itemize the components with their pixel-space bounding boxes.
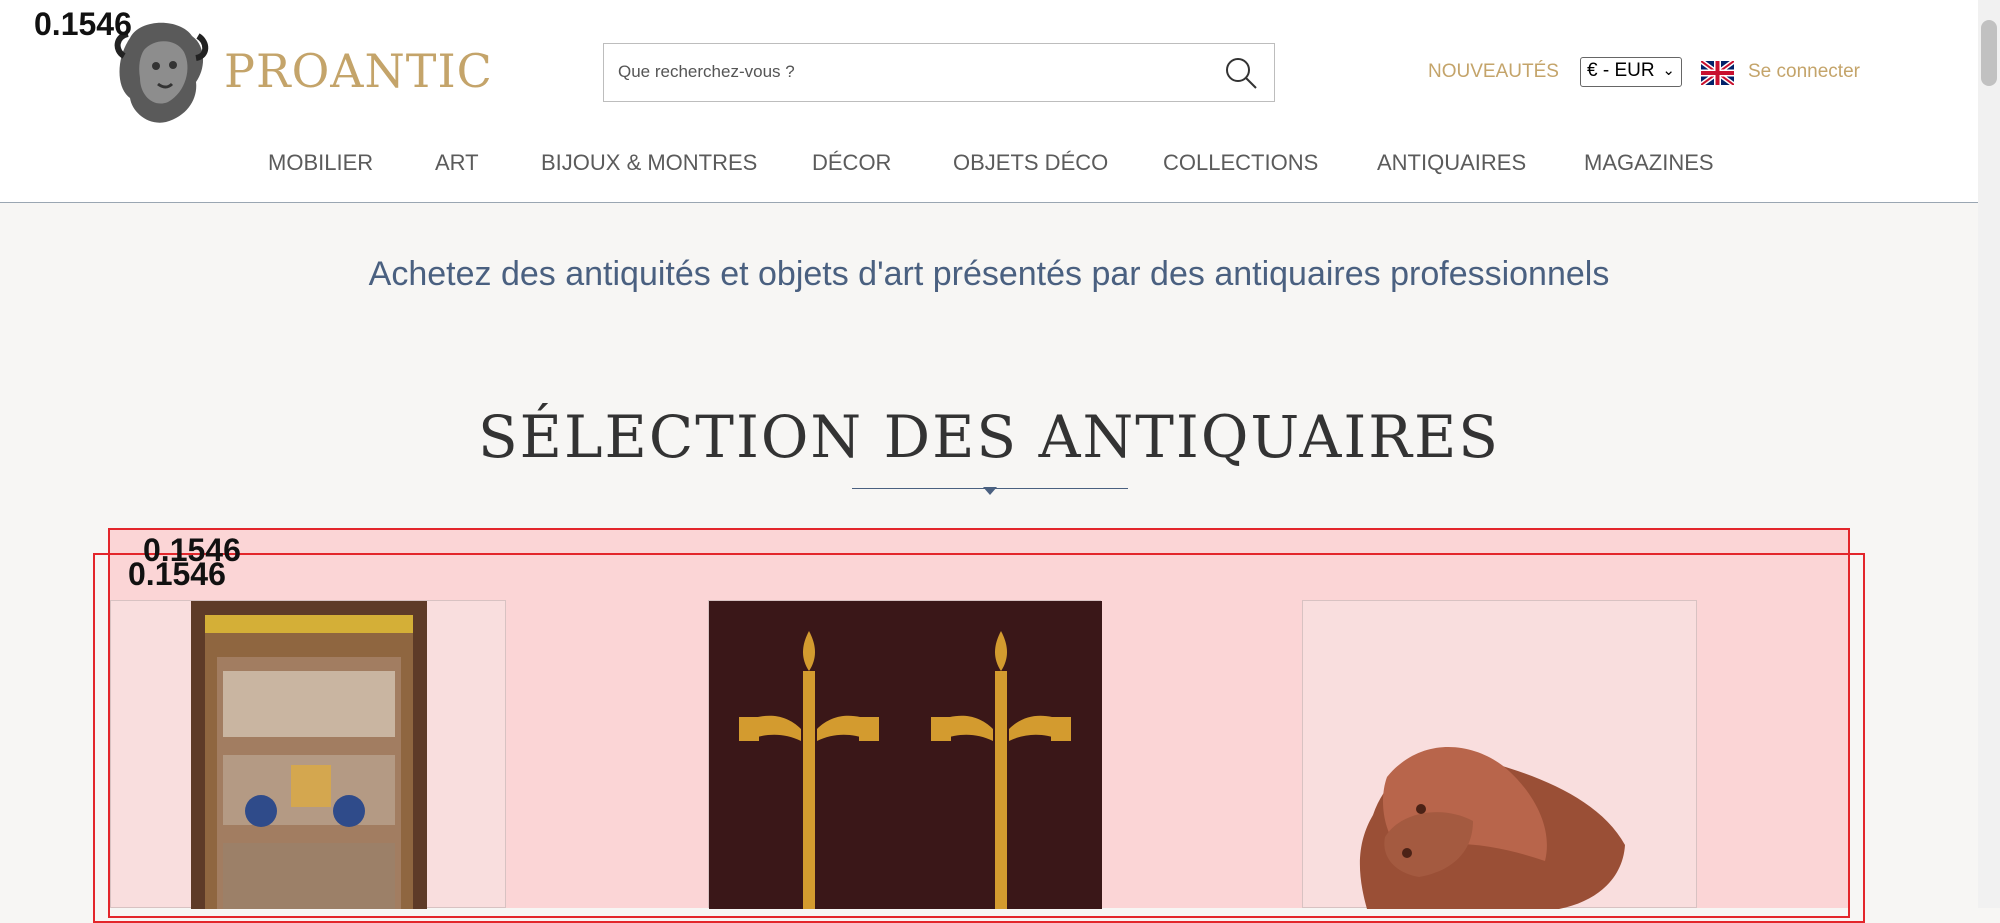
site-header: PROANTIC Que recherchez-vous ? NOUVEAUTÉ…	[0, 0, 1978, 203]
nav-item-antiquaires[interactable]: ANTIQUAIRES	[1377, 150, 1526, 176]
new-arrivals-link[interactable]: NOUVEAUTÉS	[1428, 61, 1559, 83]
nav-item-mobilier[interactable]: MOBILIER	[268, 150, 373, 176]
login-link[interactable]: Se connecter	[1748, 61, 1860, 83]
nav-item-magazines[interactable]: MAGAZINES	[1584, 150, 1714, 176]
currency-select[interactable]: € - EUR ⌄	[1580, 57, 1682, 87]
search-bar[interactable]: Que recherchez-vous ?	[603, 43, 1275, 102]
section-title: SÉLECTION DES ANTIQUAIRES	[477, 403, 1501, 471]
nav-item-objets-deco[interactable]: OBJETS DÉCO	[953, 150, 1108, 176]
chevron-down-icon: ⌄	[1662, 62, 1675, 79]
search-input[interactable]: Que recherchez-vous ?	[618, 62, 795, 82]
vertical-scrollbar[interactable]	[1978, 0, 2000, 908]
uk-flag-icon[interactable]	[1701, 61, 1734, 85]
nav-item-decor[interactable]: DÉCOR	[812, 150, 891, 176]
nav-item-bijoux-montres[interactable]: BIJOUX & MONTRES	[541, 150, 757, 176]
page-tagline: Achetez des antiquités et objets d'art p…	[368, 255, 1610, 293]
nav-item-collections[interactable]: COLLECTIONS	[1163, 150, 1318, 176]
currency-value: € - EUR	[1587, 60, 1655, 81]
brand-name[interactable]: PROANTIC	[224, 44, 493, 98]
divider-diamond-icon	[983, 487, 997, 495]
search-icon[interactable]	[1224, 56, 1258, 90]
nav-item-art[interactable]: ART	[435, 150, 479, 176]
scrollbar-thumb[interactable]	[1981, 20, 1997, 86]
detection-score: 0.1546	[128, 556, 226, 592]
detection-box	[93, 553, 1865, 923]
detection-score: 0.1546	[34, 6, 132, 42]
